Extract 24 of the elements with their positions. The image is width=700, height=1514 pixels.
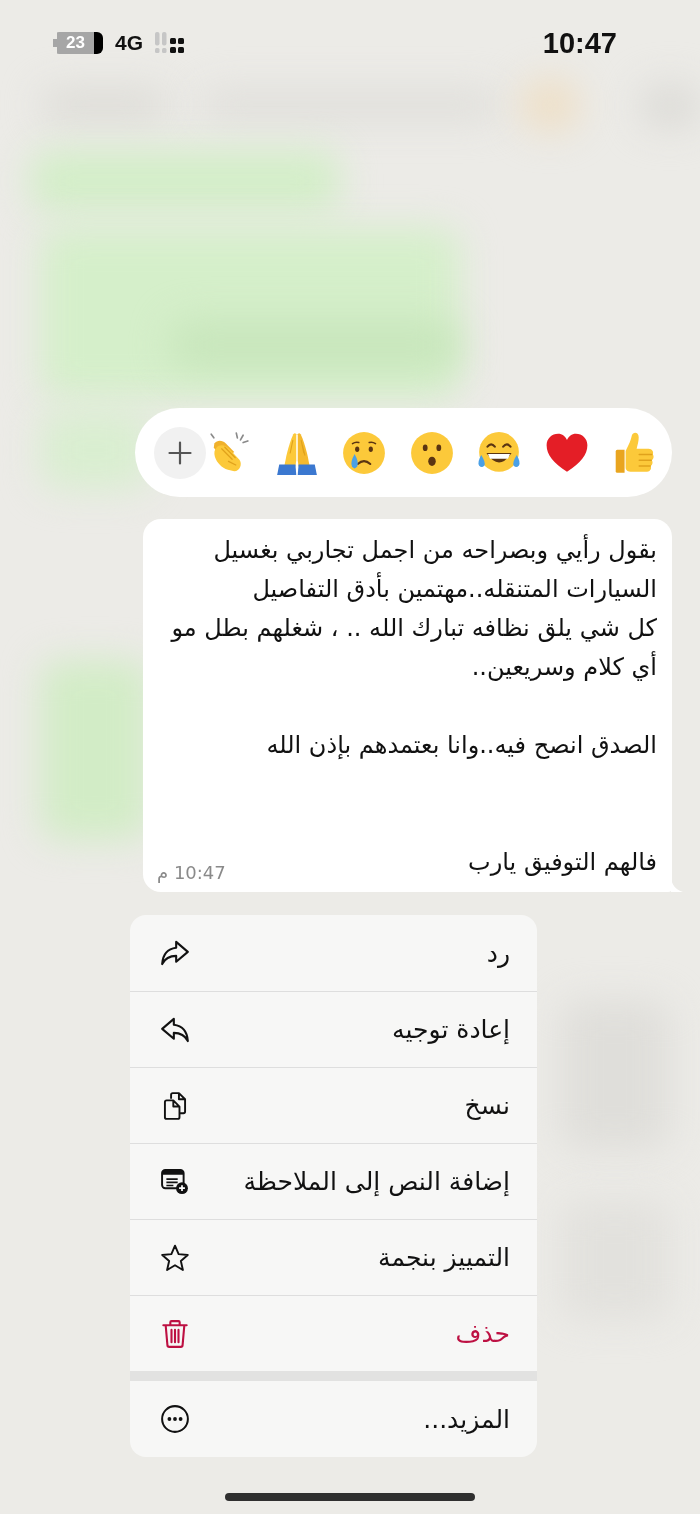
curved-arrow-left-icon <box>161 1015 189 1044</box>
battery-indicator: 23 <box>53 31 103 54</box>
trash-icon <box>161 1319 189 1348</box>
menu-item[interactable]: نسخ <box>130 1067 537 1143</box>
crying-face-icon[interactable] <box>341 429 387 476</box>
menu-item[interactable]: إضافة النص إلى الملاحظة <box>130 1143 537 1219</box>
note-plus-icon <box>161 1167 189 1196</box>
clock-time: 10:47 <box>542 25 617 60</box>
menu-item[interactable]: المزيد... <box>130 1381 537 1457</box>
message-time: 10:47 م <box>157 861 226 885</box>
star-icon <box>161 1243 189 1272</box>
documents-icon <box>161 1091 189 1120</box>
curved-arrow-right-icon <box>161 939 189 967</box>
plus-icon <box>168 440 192 465</box>
menu-item[interactable]: التمييز بنجمة <box>130 1219 537 1295</box>
ellipsis-circle-icon <box>161 1405 189 1433</box>
signal-icon <box>155 32 184 53</box>
menu-item[interactable]: إعادة توجيه <box>130 991 537 1067</box>
network-type-text: 4G <box>115 30 143 55</box>
menu-item[interactable]: رد <box>130 915 537 991</box>
message-paragraph: بقول رأيي وبصراحه من اجمل تجاربي بغسيل السيارات المتنقله..مهتمين بأدق التفاصيل كل شي يلق نظافه تبارك الله .. ، شغلهم بطل مو أي كلام وسريعين.. <box>171 533 657 683</box>
message-paragraph: الصدق انصح فيه..وانا بعتمدهم بإذن الله <box>266 730 657 761</box>
surprised-face-icon[interactable] <box>408 429 455 476</box>
message-paragraph: فالهم التوفيق يارب <box>468 847 657 878</box>
